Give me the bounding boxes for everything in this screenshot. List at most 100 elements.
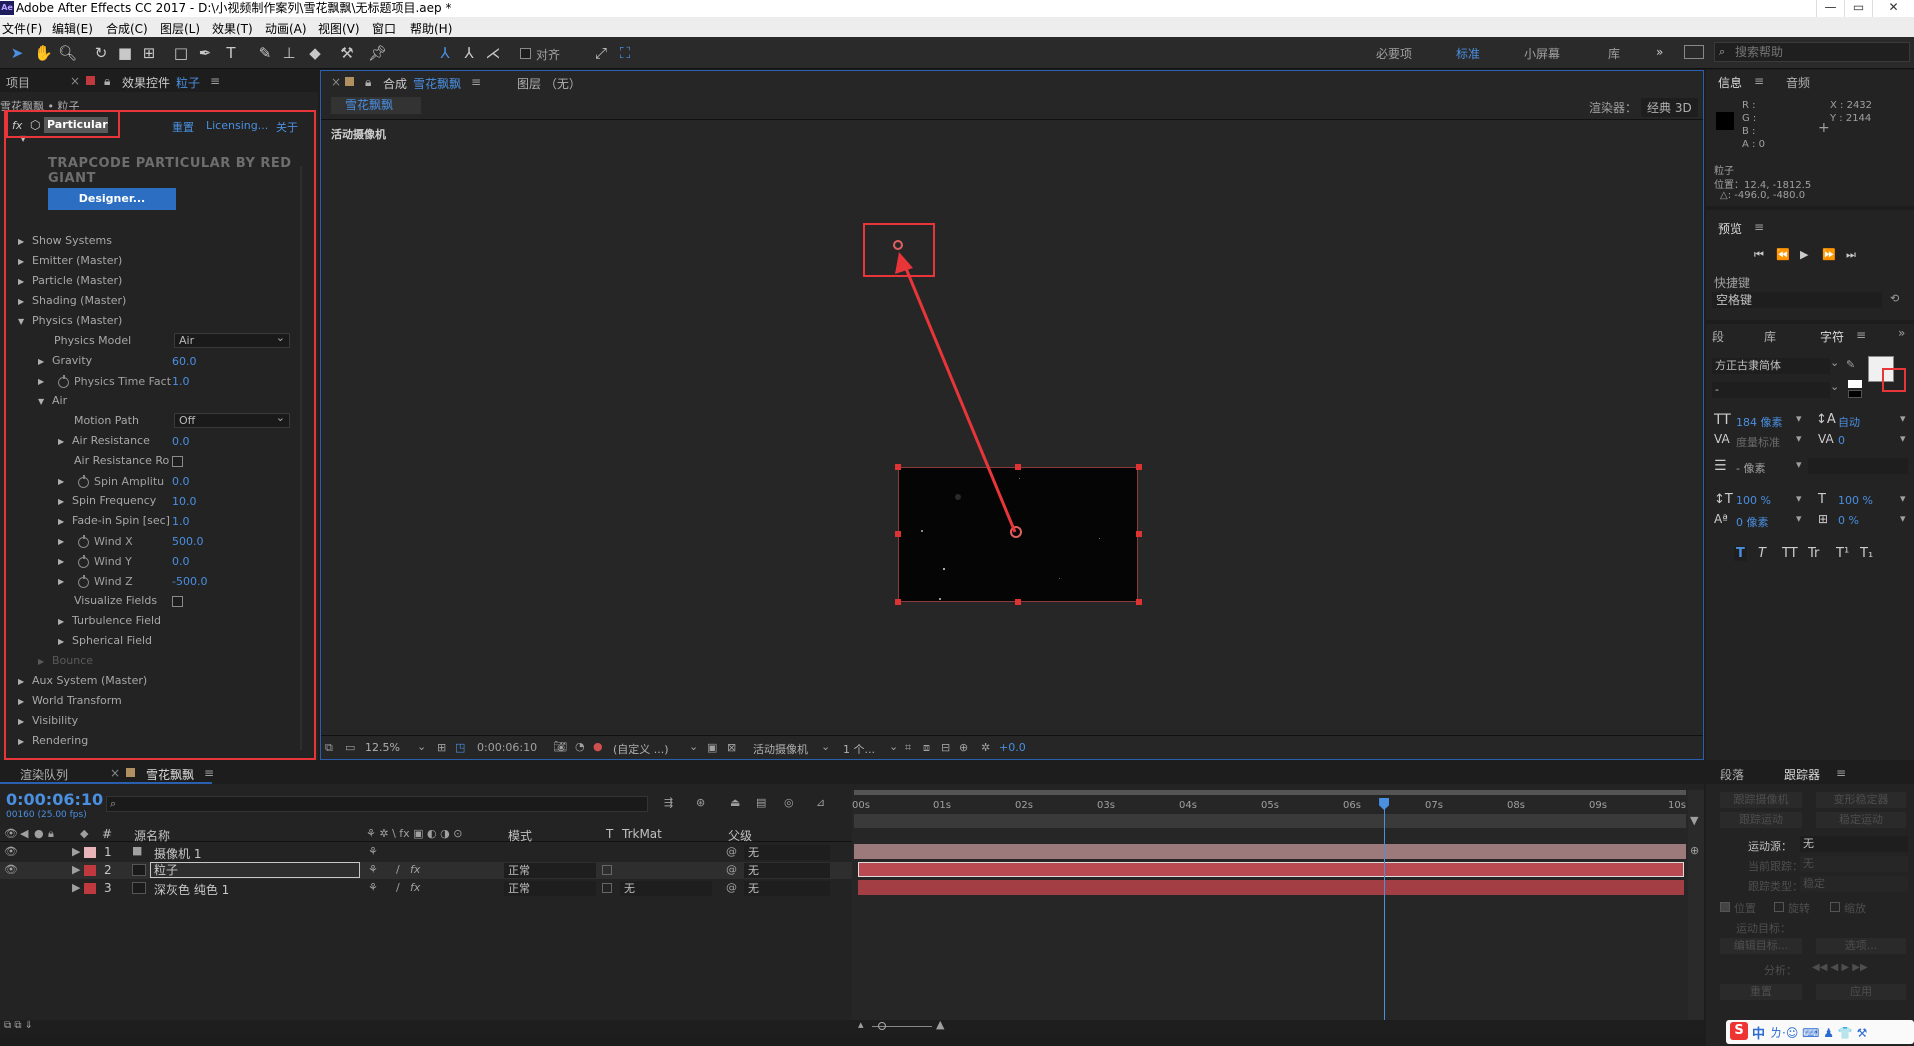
layer-duration-bar[interactable] [858, 880, 1684, 895]
layer-label-color[interactable] [84, 883, 96, 894]
lock-icon[interactable]: 🔒︎ [104, 74, 110, 89]
zoom-chevron-icon[interactable]: ⌄ [417, 740, 426, 753]
dropdown-chevron-icon[interactable]: ▾ [1900, 492, 1906, 505]
tab-paragraph[interactable]: 段落 [1720, 766, 1744, 783]
dropdown-chevron-icon[interactable]: ⌄ [1830, 356, 1839, 369]
shy-icon[interactable]: ⚘ [368, 881, 378, 894]
quality-icon[interactable]: / [396, 881, 400, 894]
scale-checkbox[interactable] [1830, 902, 1840, 912]
comp-subtab[interactable]: 雪花飘飘 [331, 97, 421, 114]
tab-info[interactable]: 信息 [1718, 74, 1742, 91]
ime-language[interactable]: 中 [1752, 1023, 1765, 1042]
label-icon[interactable]: ◆ [80, 827, 88, 840]
eyedropper-icon[interactable]: ✎ [1846, 358, 1855, 371]
exposure-value[interactable]: +0.0 [999, 741, 1026, 754]
column-trkmat[interactable]: TrkMat [622, 827, 662, 841]
effects-switch-icon[interactable]: fx [410, 863, 420, 876]
flowchart-icon[interactable]: ⊕ [959, 741, 968, 754]
transparency-grid-icon[interactable]: ⊠ [727, 741, 736, 754]
tab-timeline-comp[interactable]: 雪花飘飘 [146, 766, 194, 783]
eye-icon[interactable]: 👁︎ [4, 863, 18, 876]
dropdown-chevron-icon[interactable]: ▾ [1900, 412, 1906, 425]
brush-tool-icon[interactable]: ✎ [256, 44, 274, 62]
motion-blur-icon[interactable]: ◎ [784, 796, 794, 809]
panel-menu-icon[interactable]: ≡ [204, 766, 214, 780]
layer-duration-bar[interactable] [858, 862, 1684, 877]
shy-icon[interactable]: ⚘ [368, 845, 378, 858]
graph-editor-icon[interactable]: ⊿ [816, 796, 825, 809]
menu-edit[interactable]: 编辑(E) [52, 20, 93, 37]
ime-toolbar[interactable]: S 中 ㄌ·☺ ⌨ ♟ 👕 ⚒ [1726, 1020, 1914, 1044]
warp-stabilizer-button[interactable]: 变形稳定器 [1816, 792, 1906, 808]
layer-duration-bar[interactable] [854, 844, 1686, 859]
timeline-current-time[interactable]: 0:00:06:10 [6, 790, 103, 809]
mask-icon[interactable]: ◳ [455, 741, 465, 754]
menu-effect[interactable]: 效果(T) [212, 20, 253, 37]
snap-feather-icon[interactable]: ⛶ [616, 44, 634, 62]
layer-label-color[interactable] [84, 865, 96, 876]
motion-source-dropdown[interactable]: 无 [1800, 836, 1908, 852]
local-axis-icon[interactable]: ⅄ [436, 44, 454, 62]
current-time[interactable]: 0:00:06:10 [477, 741, 537, 754]
zoom-tool-icon[interactable]: 🔍︎ [58, 44, 77, 62]
clone-stamp-tool-icon[interactable]: ⊥ [280, 44, 298, 62]
layer-name[interactable]: 深灰色 纯色 1 [154, 881, 229, 898]
parent-dropdown[interactable]: 无 [744, 863, 830, 878]
renderer-value[interactable]: 经典 3D [1641, 98, 1698, 117]
toggle-pixel-aspect-icon[interactable]: ⌗ [905, 741, 911, 755]
trkmat-dropdown[interactable]: 无 [620, 881, 712, 896]
reset-icon[interactable]: ⟲ [1890, 292, 1899, 305]
views-layout-dropdown[interactable]: 1 个... [843, 741, 875, 757]
tab-close-icon[interactable]: × [331, 75, 341, 89]
resolution-dropdown[interactable]: (自定义 ...) [613, 741, 669, 757]
draft-3d-icon[interactable]: ⊛ [696, 796, 705, 809]
view-axis-icon[interactable]: ⋌ [484, 44, 502, 62]
rotate-tool-icon[interactable]: ↻ [92, 44, 110, 62]
last-frame-icon[interactable]: ⏭ [1846, 248, 1856, 262]
tab-project[interactable]: 项目 [6, 74, 30, 91]
zoom-out-icon[interactable]: ▴ [858, 1018, 864, 1031]
tab-effect-layer-name[interactable]: 粒子 [176, 74, 200, 91]
puppet-pin-tool-icon[interactable]: 📌︎ [368, 44, 387, 62]
sogou-ime-icon[interactable]: S [1730, 1022, 1748, 1040]
mode-dropdown[interactable]: 正常 [504, 881, 596, 896]
shortcut-dropdown[interactable]: 空格键 [1712, 292, 1882, 308]
dropdown-chevron-icon[interactable]: ▾ [1796, 512, 1802, 525]
toggle-switches-icon[interactable]: ⧉ ⧉ ⇓ [4, 1020, 33, 1031]
pan-behind-tool-icon[interactable]: ⊞ [140, 44, 158, 62]
shy-icon[interactable]: ⚘ [368, 863, 378, 876]
tsume-value[interactable]: 0 % [1838, 514, 1859, 527]
panel-menu-icon[interactable]: ≡ [1856, 328, 1866, 342]
pickwhip-icon[interactable]: @ [726, 881, 737, 894]
menu-file[interactable]: 文件(F) [2, 20, 42, 37]
stroke-type-dropdown[interactable] [1808, 458, 1908, 474]
menu-window[interactable]: 窗口 [372, 20, 396, 37]
mode-dropdown[interactable]: 正常 [504, 863, 596, 878]
tab-tracker[interactable]: 跟踪器 [1784, 766, 1820, 783]
region-of-interest-icon[interactable]: ▣ [707, 741, 717, 754]
selection-tool-icon[interactable]: ➤ [8, 44, 26, 62]
lock-icon[interactable]: 🔒︎ [365, 75, 371, 90]
zoom-slider-knob[interactable] [878, 1022, 886, 1030]
show-snapshot-icon[interactable]: ◔ [575, 740, 585, 753]
first-frame-icon[interactable]: ⏮ [1754, 248, 1764, 262]
dropdown-chevron-icon[interactable]: ▾ [1796, 492, 1802, 505]
reset-exposure-icon[interactable]: ✲ [981, 741, 990, 754]
view-chevron-icon[interactable]: ⌄ [821, 740, 830, 753]
timeline-graph[interactable]: 00s 01s 02s 03s 04s 05s 06s 07s 08s 09s … [852, 790, 1688, 1032]
workspace-essentials[interactable]: 必要项 [1376, 45, 1412, 62]
eraser-tool-icon[interactable]: ◆ [306, 44, 324, 62]
dropdown-chevron-icon[interactable]: ⌄ [1830, 380, 1839, 393]
preserve-transparency-checkbox[interactable] [602, 865, 612, 875]
next-frame-icon[interactable]: ⏩ [1822, 248, 1836, 261]
always-preview-icon[interactable]: ⧉ [325, 741, 333, 755]
layer-search-input[interactable] [123, 797, 643, 811]
tab-audio[interactable]: 音频 [1786, 74, 1810, 91]
type-tool-icon[interactable]: T [222, 44, 240, 62]
column-parent[interactable]: 父级 [728, 827, 752, 844]
current-track-dropdown[interactable]: 无 [1800, 856, 1908, 872]
frame-blending-icon[interactable]: ▤ [756, 796, 766, 809]
analyze-controls-icons[interactable]: ◀◀ ◀ ▶ ▶▶ [1812, 962, 1868, 973]
view-dropdown[interactable]: 活动摄像机 [753, 741, 808, 757]
edit-target-button[interactable]: 编辑目标... [1720, 938, 1802, 954]
